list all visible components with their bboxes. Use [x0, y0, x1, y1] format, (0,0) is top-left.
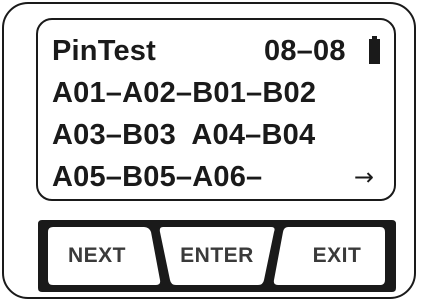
lcd-screen: PinTest 08–08 A01–A02–B01–B02 A03–B03 A0… [36, 18, 396, 201]
battery-full-icon [369, 36, 380, 64]
enter-button[interactable]: ENTER [158, 224, 276, 286]
pin-counter: 08–08 [264, 35, 346, 67]
keypad: NEXT ENTER EXIT [36, 218, 398, 294]
device-body: PinTest 08–08 A01–A02–B01–B02 A03–B03 A0… [2, 2, 416, 299]
right-arrow-icon: → [353, 163, 374, 191]
next-button-label: NEXT [67, 244, 126, 267]
result-row-3: A05–B05–A06– [52, 161, 263, 193]
screen-title: PinTest [52, 35, 156, 67]
battery-body [369, 39, 380, 64]
header-row: PinTest 08–08 [52, 34, 345, 68]
result-row-1: A01–A02–B01–B02 [52, 77, 317, 109]
enter-button-label: ENTER [180, 244, 254, 267]
exit-button-label: EXIT [312, 244, 362, 267]
exit-button[interactable]: EXIT [282, 224, 392, 286]
result-row-2: A03–B03 A04–B04 [52, 119, 316, 151]
next-button[interactable]: NEXT [42, 224, 152, 286]
